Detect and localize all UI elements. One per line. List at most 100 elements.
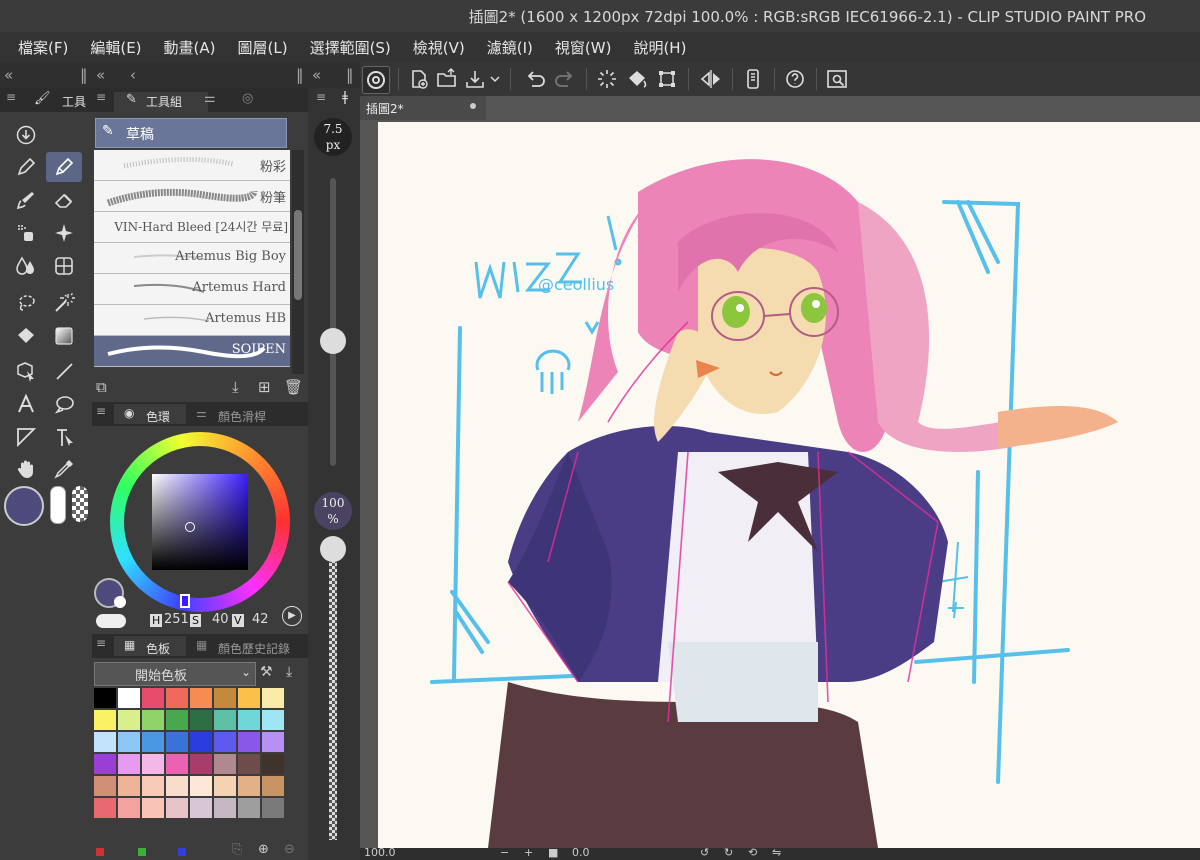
- color-swatch[interactable]: [94, 776, 117, 797]
- color-mode-toggle-icon[interactable]: [96, 614, 126, 628]
- color-swatch[interactable]: [262, 688, 285, 709]
- tool-correct-line-icon[interactable]: [46, 422, 82, 452]
- color-swatch[interactable]: [166, 776, 189, 797]
- help-icon[interactable]: [782, 66, 808, 92]
- color-swatch[interactable]: [166, 732, 189, 753]
- menu-help[interactable]: 說明(H): [615, 37, 686, 58]
- tool-pen-icon[interactable]: [8, 152, 44, 182]
- tool-eyedropper-icon[interactable]: [46, 454, 82, 484]
- menu-icon[interactable]: ≡: [6, 90, 16, 104]
- import-icon[interactable]: ⤓: [232, 378, 239, 396]
- opacity-thumb[interactable]: [320, 536, 346, 562]
- menu-icon[interactable]: ≡: [316, 90, 326, 104]
- collapse-left-icon-2[interactable]: «: [96, 66, 105, 84]
- brush-size-tab-icon[interactable]: ◎: [242, 91, 253, 106]
- brush-item[interactable]: 粉彩: [94, 150, 290, 181]
- color-swatch[interactable]: [214, 754, 237, 775]
- zoom-value[interactable]: 100.0: [364, 846, 396, 859]
- brush-size-track[interactable]: [330, 178, 336, 466]
- undo-icon[interactable]: [522, 66, 548, 92]
- tool-hand-icon[interactable]: [8, 454, 44, 484]
- color-swatch[interactable]: [94, 798, 117, 819]
- color-swatch[interactable]: [118, 710, 141, 731]
- menu-view[interactable]: 檢視(V): [395, 37, 465, 58]
- brush-size-indicator[interactable]: 7.5 px: [314, 118, 352, 156]
- tool-fill-icon[interactable]: [8, 321, 44, 351]
- brush-item-selected[interactable]: SOIPEN: [94, 336, 290, 367]
- color-swatch[interactable]: [262, 710, 285, 731]
- menu-selection[interactable]: 選擇範圍(S): [292, 37, 391, 58]
- color-swatch[interactable]: [190, 798, 213, 819]
- menu-icon[interactable]: ≡: [96, 90, 106, 104]
- color-swatch[interactable]: [118, 798, 141, 819]
- color-swatch[interactable]: [262, 798, 285, 819]
- color-swatch[interactable]: [214, 776, 237, 797]
- menu-window[interactable]: 視窗(W): [537, 37, 612, 58]
- tool-pencil-icon[interactable]: [46, 152, 82, 182]
- save-icon[interactable]: [462, 66, 488, 92]
- collapse-left-icon[interactable]: «: [4, 66, 13, 84]
- duplicate-icon[interactable]: ⊞: [258, 378, 271, 396]
- color-swatch[interactable]: [94, 732, 117, 753]
- sub-color-swatch[interactable]: [50, 486, 66, 524]
- color-swatch[interactable]: [238, 732, 261, 753]
- chevron-down-icon[interactable]: [488, 66, 502, 92]
- redo-icon[interactable]: [552, 66, 578, 92]
- color-swatch[interactable]: [142, 732, 165, 753]
- color-swatch[interactable]: [142, 798, 165, 819]
- angle-value[interactable]: 0.0: [572, 846, 590, 859]
- color-swatch[interactable]: [166, 754, 189, 775]
- unsaved-dot-icon[interactable]: [470, 103, 476, 109]
- color-swatch[interactable]: [118, 732, 141, 753]
- brush-settings-icon[interactable]: ǂ: [342, 90, 348, 105]
- opacity-indicator[interactable]: 100 %: [314, 492, 352, 530]
- document-tab[interactable]: 插圖2*: [360, 96, 486, 120]
- main-color-swatch[interactable]: [4, 486, 44, 526]
- brush-item[interactable]: 粉筆: [94, 181, 290, 212]
- hue-cursor[interactable]: [180, 594, 190, 608]
- tool-property-tab-icon[interactable]: ⚌: [204, 91, 216, 106]
- color-swatch[interactable]: [214, 798, 237, 819]
- transparent-color-swatch[interactable]: [72, 486, 88, 522]
- tool-download[interactable]: [8, 120, 44, 150]
- color-swatch[interactable]: [238, 688, 261, 709]
- color-swatch[interactable]: [118, 754, 141, 775]
- menu-layer[interactable]: 圖層(L): [220, 37, 288, 58]
- tool-blend-icon[interactable]: [8, 251, 44, 281]
- zoom-out-icon[interactable]: −: [500, 846, 509, 859]
- fill-icon[interactable]: [624, 66, 650, 92]
- color-swatch[interactable]: [214, 732, 237, 753]
- new-file-icon[interactable]: [406, 66, 432, 92]
- grip-icon-3[interactable]: ‖: [346, 66, 354, 84]
- color-swatch[interactable]: [238, 710, 261, 731]
- color-swatch[interactable]: [262, 776, 285, 797]
- drawing-canvas[interactable]: @ceollius: [378, 122, 1200, 848]
- saturation-value-square[interactable]: [152, 474, 248, 570]
- color-wheel-tab-label[interactable]: 色環: [146, 408, 170, 425]
- color-swatch[interactable]: [190, 754, 213, 775]
- color-swatch[interactable]: [262, 732, 285, 753]
- color-swatch[interactable]: [190, 732, 213, 753]
- search-material-icon[interactable]: [824, 66, 850, 92]
- fit-icon[interactable]: ■: [548, 846, 558, 859]
- brush-item[interactable]: Artemus Big Boy: [94, 243, 290, 274]
- color-swatch[interactable]: [118, 688, 141, 709]
- color-swatch[interactable]: [142, 688, 165, 709]
- color-swatch[interactable]: [142, 710, 165, 731]
- reset-rotation-icon[interactable]: ⟲: [748, 846, 757, 859]
- tool-text-icon[interactable]: [8, 389, 44, 419]
- tool-figure-icon[interactable]: [46, 251, 82, 281]
- color-swatch[interactable]: [214, 688, 237, 709]
- menu-icon[interactable]: ≡: [96, 636, 106, 650]
- transform-icon[interactable]: [654, 66, 680, 92]
- color-swatch[interactable]: [94, 688, 117, 709]
- tool-gradient-icon[interactable]: [46, 321, 82, 351]
- copy-settings-icon[interactable]: ⧉: [96, 378, 107, 396]
- add-color-icon[interactable]: ⊕: [258, 842, 269, 857]
- menu-filter[interactable]: 濾鏡(I): [469, 37, 533, 58]
- menu-icon[interactable]: ≡: [96, 404, 106, 418]
- color-history-tab-label[interactable]: 顏色歷史記錄: [218, 640, 290, 657]
- smartphone-icon[interactable]: [740, 66, 766, 92]
- brush-item[interactable]: Artemus HB: [94, 305, 290, 336]
- tool-airbrush-icon[interactable]: [8, 218, 44, 248]
